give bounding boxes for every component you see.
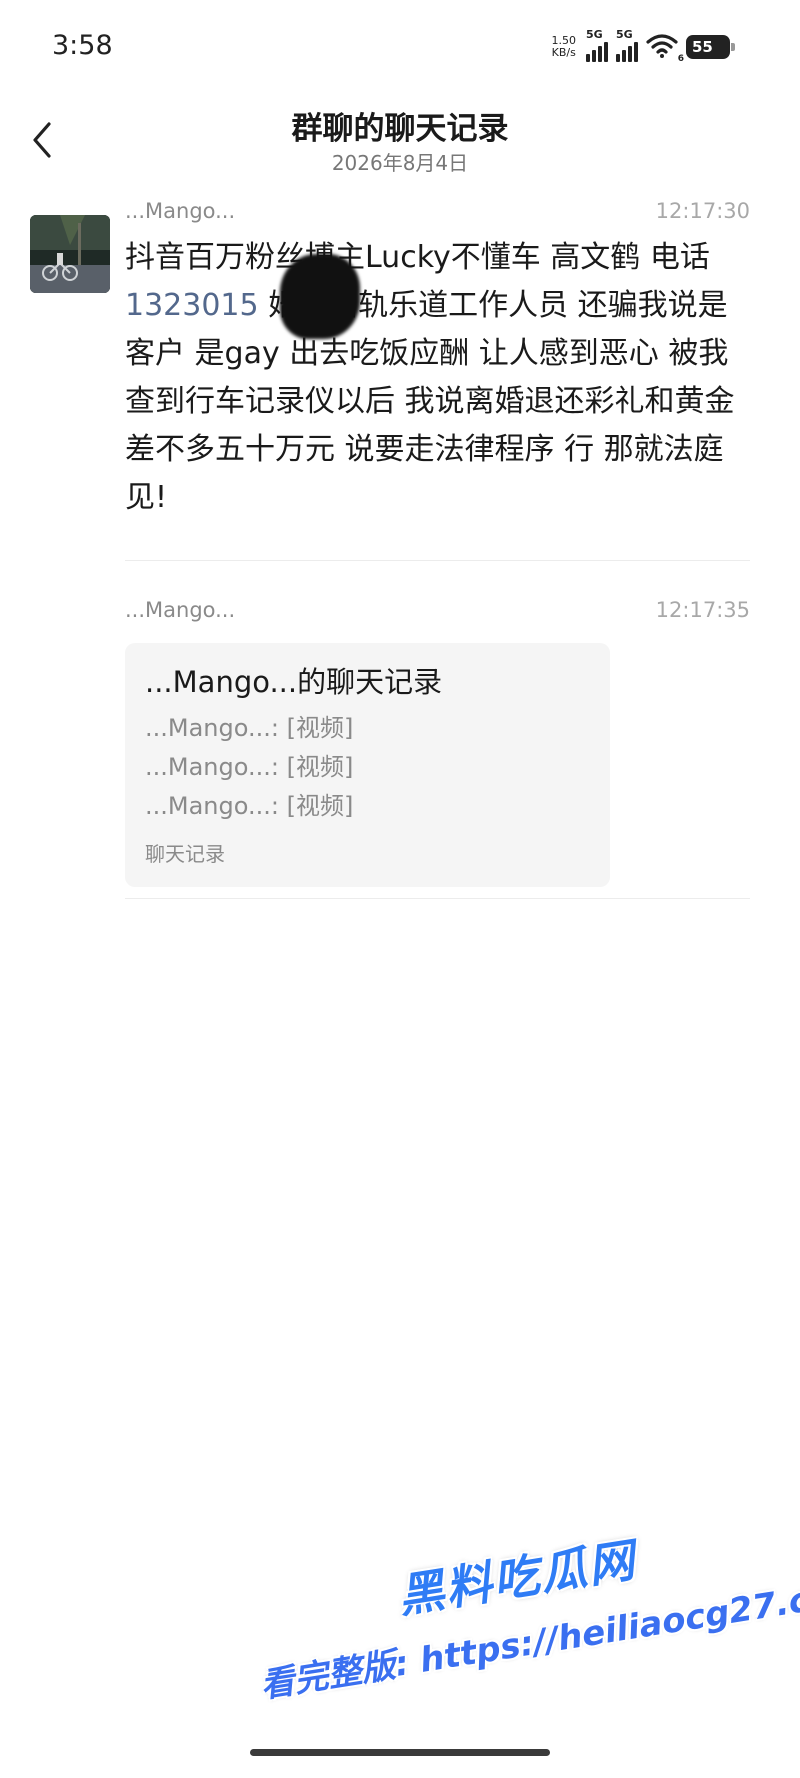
page-date: 2026年8月4日 (331, 151, 469, 175)
message-header: ...Mango... 12:17:35 (125, 595, 750, 625)
battery-level: 55 (692, 38, 713, 56)
divider (125, 560, 750, 561)
chat-record-card[interactable]: ...Mango...的聊天记录 ...Mango...: [视频] ...Ma… (125, 643, 610, 887)
page-header: 群聊的聊天记录 2026年8月4日 (0, 95, 800, 185)
divider (125, 898, 750, 899)
signal-type-label-2: 5G (616, 28, 633, 41)
signal-type-label: 5G (586, 28, 603, 41)
message-text-part: 抖音百万粉丝博主Lucky不懂车 高文鹤 电话 (125, 240, 710, 275)
network-speed-unit: KB/s (551, 46, 576, 59)
status-bar: 3:58 1.50 KB/s 5G 5G 6 55 (0, 0, 800, 100)
watermark: 黑料吃瓜网 看完整版: https://heiliaocg27.com (240, 1467, 800, 1752)
network-speed: 1.50 KB/s (552, 35, 577, 59)
message-2: ...Mango... 12:17:35 ...Mango...的聊天记录 ..… (125, 595, 750, 887)
redaction-blot (280, 254, 360, 339)
cellular-signal-icon-2: 5G (616, 28, 638, 62)
status-time: 3:58 (52, 30, 113, 61)
avatar-image (30, 215, 110, 293)
message-header: ...Mango... 12:17:30 (125, 196, 750, 226)
home-indicator[interactable] (250, 1749, 550, 1756)
avatar[interactable] (30, 215, 110, 293)
message-sender: ...Mango... (125, 199, 236, 223)
battery-icon: 55 (686, 35, 735, 59)
message-sender: ...Mango... (125, 598, 236, 622)
chat-record-line: ...Mango...: [视频] (145, 792, 354, 820)
chat-record-lines: ...Mango...: [视频] ...Mango...: [视频] ...M… (145, 709, 590, 826)
message-time: 12:17:30 (655, 199, 750, 223)
message-1: ...Mango... 12:17:30 抖音百万粉丝博主Lucky不懂车 高文… (125, 196, 750, 522)
page-title: 群聊的聊天记录 (291, 111, 509, 147)
message-text: 抖音百万粉丝博主Lucky不懂车 高文鹤 电话1323015 婚内出轨乐道工作人… (125, 234, 750, 522)
cellular-signal-icon: 5G (586, 28, 608, 62)
phone-number-link[interactable]: 1323015 (125, 288, 259, 323)
message-time: 12:17:35 (655, 598, 750, 622)
wifi-icon: 6 (646, 34, 684, 64)
chat-record-footer: 聊天记录 (145, 842, 225, 866)
chat-record-line: ...Mango...: [视频] (145, 753, 354, 781)
chat-record-line: ...Mango...: [视频] (145, 714, 354, 742)
wifi-badge: 6 (677, 54, 684, 64)
chat-record-title: ...Mango...的聊天记录 (145, 665, 443, 699)
status-icons: 1.50 KB/s 5G 5G 6 55 (552, 28, 735, 64)
